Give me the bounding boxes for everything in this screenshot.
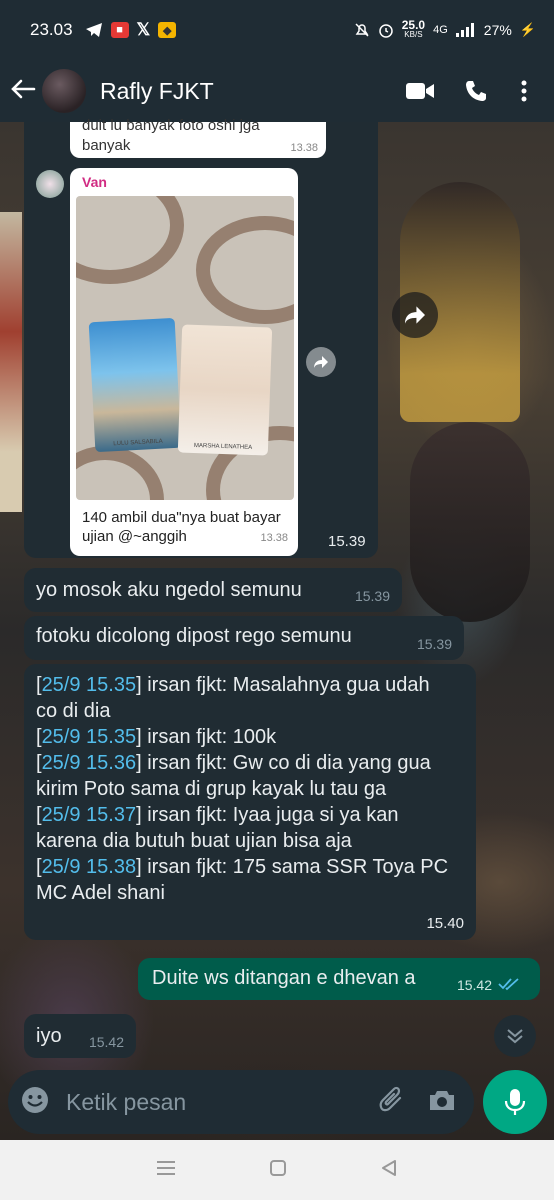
log-timestamp-link[interactable]: 25/9 15.38: [42, 856, 137, 878]
log-line: [25/9 15.35] irsan fjkt: 100k: [36, 726, 277, 748]
mute-bell-icon: [355, 23, 369, 37]
cloth-pattern: [76, 196, 184, 284]
incoming-message[interactable]: yo mosok aku ngedol semunu 15.39: [24, 568, 402, 612]
charging-icon: ⚡: [519, 22, 536, 37]
outgoing-message[interactable]: Duite ws ditangan e dhevan a 15.42: [138, 958, 540, 1000]
mic-icon: [504, 1089, 526, 1115]
game-app-icon: ◆: [158, 22, 177, 38]
message-time: 15.42: [456, 977, 492, 993]
forward-button[interactable]: [392, 292, 438, 338]
alarm-icon: [378, 24, 393, 38]
quoted-sender: Van: [82, 174, 107, 190]
quoted-message-top: duit lu banyak foto oshi jga banyak 13.3…: [70, 117, 326, 158]
photocard-right: MARSHA LENATHEA: [177, 324, 273, 456]
double-check-icon: [498, 978, 519, 991]
cloth-pattern: [76, 446, 164, 500]
log-line: [25/9 15.36] irsan fjkt: Gw co di dia ya…: [36, 752, 431, 800]
incoming-message[interactable]: fotoku dicolong dipost rego semunu 15.39: [24, 616, 464, 660]
video-call-icon[interactable]: [392, 81, 448, 101]
log-line: [25/9 15.37] irsan fjkt: Iyaa juga si ya…: [36, 804, 399, 852]
scroll-to-bottom-button[interactable]: [494, 1015, 536, 1057]
cloth-pattern: [196, 216, 294, 324]
back-nav-icon[interactable]: [380, 1159, 398, 1182]
signal-icon: [455, 23, 474, 37]
message-text: fotoku dicolong dipost rego semunu: [36, 625, 352, 647]
photocard-left: LULU SALSABILA: [88, 317, 182, 453]
system-navigation-bar: [0, 1140, 554, 1200]
chat-header: Rafly FJKT: [0, 60, 554, 122]
sender-avatar: [36, 170, 64, 198]
message-input[interactable]: [64, 1087, 378, 1117]
message-text: Duite ws ditangan e dhevan a: [152, 967, 416, 989]
forward-button[interactable]: [306, 347, 336, 377]
message-composer: [8, 1070, 474, 1134]
message-text: yo mosok aku ngedol semunu: [36, 579, 302, 601]
message-time: 15.40: [426, 915, 464, 932]
log-timestamp-link[interactable]: 25/9 15.36: [42, 752, 137, 774]
message-text: [25/9 15.35] irsan fjkt: Masalahnya gua …: [36, 672, 456, 906]
log-line: [25/9 15.35] irsan fjkt: Masalahnya gua …: [36, 674, 430, 722]
more-menu-icon[interactable]: [504, 79, 544, 103]
message-time: 15.39: [416, 636, 452, 652]
quoted-caption-time: 13.38: [260, 532, 288, 544]
network-type: 4G: [433, 24, 448, 36]
status-right: 25.0 KB/S 4G 27% ⚡: [354, 18, 536, 40]
chevron-double-down-icon: [507, 1029, 523, 1044]
wallpaper-strip: [0, 212, 22, 512]
camera-icon[interactable]: [428, 1088, 456, 1117]
forwarded-message-time: 15.39: [328, 533, 366, 550]
attach-icon[interactable]: [378, 1086, 406, 1119]
recent-apps-icon[interactable]: [156, 1160, 176, 1181]
photo-cards-image[interactable]: LULU SALSABILA MARSHA LENATHEA: [76, 196, 294, 500]
telegram-icon: [85, 23, 102, 37]
quoted-text: duit lu banyak foto oshi jga banyak: [82, 117, 260, 154]
log-timestamp-link[interactable]: 25/9 15.35: [42, 726, 137, 748]
network-speed: 25.0 KB/S: [401, 18, 426, 39]
status-time: 23.03: [30, 20, 73, 39]
message-time: 15.39: [354, 588, 390, 604]
status-bar: 23.03 ■ 𝕏 ◆ 25.0 KB/S 4G 27% ⚡: [0, 0, 554, 60]
x-icon: 𝕏: [136, 20, 151, 39]
forward-icon: [405, 306, 425, 324]
log-timestamp-link[interactable]: 25/9 15.37: [42, 804, 137, 826]
back-arrow-icon[interactable]: [10, 76, 40, 107]
log-line: [25/9 15.38] irsan fjkt: 175 sama SSR To…: [36, 856, 449, 904]
quoted-time: 13.38: [290, 142, 318, 154]
voice-message-button[interactable]: [483, 1070, 547, 1134]
forward-icon: [314, 356, 328, 368]
log-timestamp-link[interactable]: 25/9 15.35: [42, 674, 137, 696]
screen-record-icon: ■: [110, 22, 129, 38]
message-text: iyo: [36, 1025, 62, 1047]
emoji-icon[interactable]: [20, 1085, 50, 1120]
home-icon[interactable]: [269, 1159, 287, 1182]
battery-percent: 27%: [483, 22, 512, 38]
phone-icon[interactable]: [448, 79, 504, 103]
message-time: 15.42: [88, 1034, 124, 1050]
incoming-message[interactable]: [25/9 15.35] irsan fjkt: Masalahnya gua …: [24, 664, 476, 940]
incoming-message[interactable]: iyo 15.42: [24, 1014, 136, 1058]
contact-name[interactable]: Rafly FJKT: [100, 78, 392, 105]
avatar[interactable]: [42, 69, 86, 113]
wallpaper-figure: [410, 422, 530, 622]
notification-icons: ■ 𝕏 ◆: [85, 20, 177, 40]
